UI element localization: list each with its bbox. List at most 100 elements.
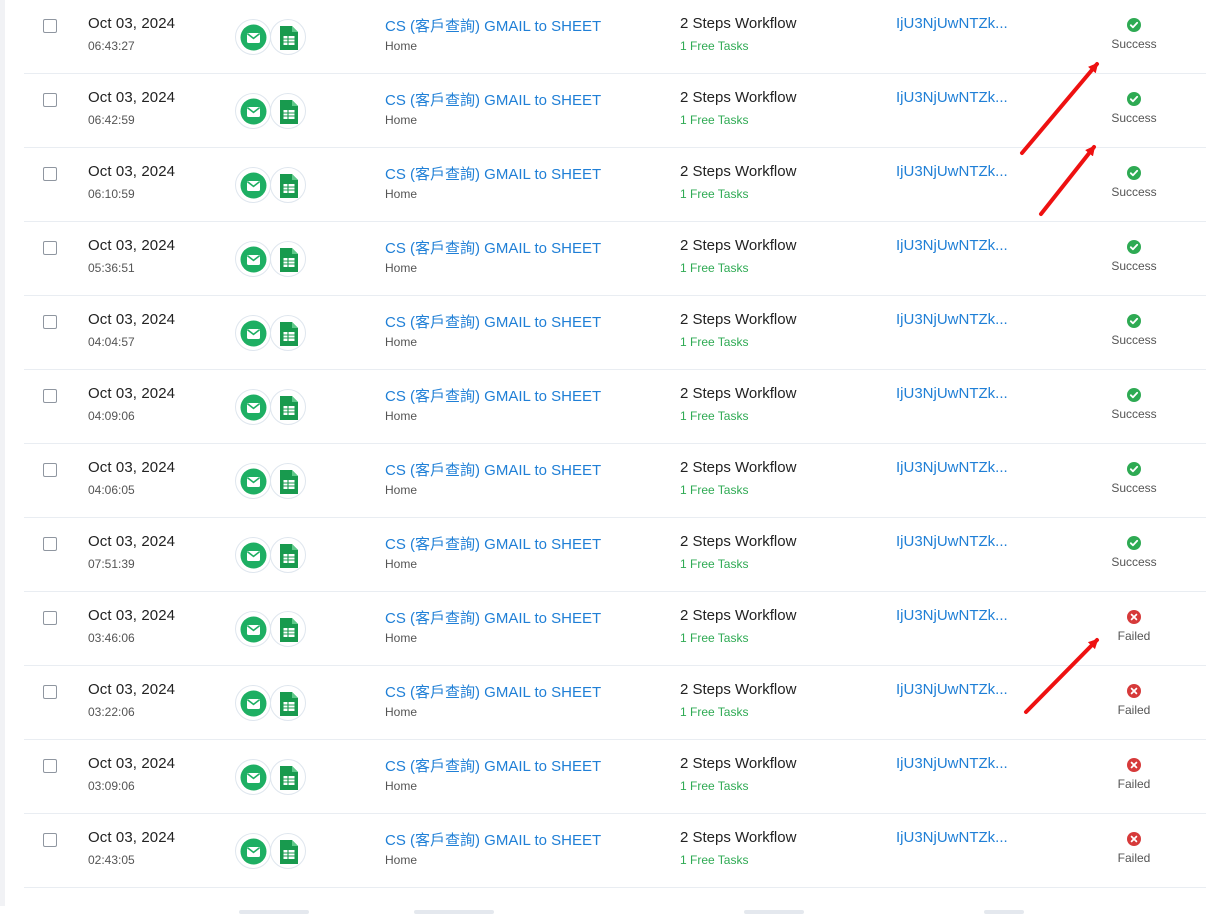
history-row[interactable]: Oct 03, 2024 04:04:57 CS (客戶查詢) GMAIL to: [24, 296, 1206, 370]
workflow-folder: Home: [385, 187, 418, 201]
check-circle-icon: [1104, 462, 1164, 476]
history-row[interactable]: Oct 03, 2024 03:22:06 CS (客戶查詢) GMAIL to: [24, 666, 1206, 740]
run-date: Oct 03, 2024: [88, 459, 176, 476]
gmail-icon: [235, 315, 271, 351]
x-circle-icon: [1104, 758, 1164, 772]
check-circle-icon: [1104, 388, 1164, 402]
run-time: 03:46:06: [88, 631, 135, 645]
row-checkbox[interactable]: [43, 241, 57, 255]
run-date: Oct 03, 2024: [88, 15, 176, 32]
free-tasks-count: 1 Free Tasks: [680, 409, 749, 423]
google-sheets-icon: [270, 611, 306, 647]
run-date: Oct 03, 2024: [88, 755, 176, 772]
run-id-link[interactable]: IjU3NjUwNTZk...: [896, 163, 1008, 180]
run-time: 07:51:39: [88, 557, 135, 571]
row-checkbox[interactable]: [43, 315, 57, 329]
workflow-title-link[interactable]: CS (客戶查詢) GMAIL to SHEET: [385, 385, 601, 406]
status-label: Failed: [1117, 851, 1151, 865]
status-badge: Success: [1104, 92, 1164, 125]
workflow-steps: 2 Steps Workflow: [680, 311, 797, 328]
run-date: Oct 03, 2024: [88, 163, 176, 180]
google-sheets-icon: [270, 463, 306, 499]
gmail-icon: [235, 537, 271, 573]
workflow-title-link[interactable]: CS (客戶查詢) GMAIL to SHEET: [385, 459, 601, 480]
row-checkbox[interactable]: [43, 611, 57, 625]
run-id-link[interactable]: IjU3NjUwNTZk...: [896, 681, 1008, 698]
workflow-steps: 2 Steps Workflow: [680, 607, 797, 624]
workflow-title-link[interactable]: CS (客戶查詢) GMAIL to SHEET: [385, 755, 601, 776]
workflow-title-link[interactable]: CS (客戶查詢) GMAIL to SHEET: [385, 681, 601, 702]
check-circle-icon: [1104, 240, 1164, 254]
row-checkbox[interactable]: [43, 93, 57, 107]
run-date: Oct 03, 2024: [88, 681, 176, 698]
status-badge: Failed: [1104, 832, 1164, 865]
status-label: Success: [1111, 259, 1157, 273]
workflow-folder: Home: [385, 853, 418, 867]
workflow-title-link[interactable]: CS (客戶查詢) GMAIL to SHEET: [385, 311, 601, 332]
gmail-icon: [235, 19, 271, 55]
run-id-link[interactable]: IjU3NjUwNTZk...: [896, 385, 1008, 402]
workflow-apps: [235, 611, 311, 649]
status-badge: Failed: [1104, 684, 1164, 717]
free-tasks-count: 1 Free Tasks: [680, 335, 749, 349]
workflow-title-link[interactable]: CS (客戶查詢) GMAIL to SHEET: [385, 829, 601, 850]
history-row[interactable]: Oct 03, 2024 06:43:27 CS (客戶查詢) GMAIL to: [24, 0, 1206, 74]
check-circle-icon: [1104, 166, 1164, 180]
gmail-icon: [235, 833, 271, 869]
row-checkbox[interactable]: [43, 389, 57, 403]
row-checkbox[interactable]: [43, 759, 57, 773]
history-row[interactable]: Oct 03, 2024 04:09:06 CS (客戶查詢) GMAIL to: [24, 370, 1206, 444]
x-circle-icon: [1104, 832, 1164, 846]
run-id-link[interactable]: IjU3NjUwNTZk...: [896, 533, 1008, 550]
history-row[interactable]: Oct 03, 2024 02:43:05 CS (客戶查詢) GMAIL to: [24, 814, 1206, 888]
workflow-title-link[interactable]: CS (客戶查詢) GMAIL to SHEET: [385, 89, 601, 110]
run-date: Oct 03, 2024: [88, 237, 176, 254]
workflow-title-link[interactable]: CS (客戶查詢) GMAIL to SHEET: [385, 607, 601, 628]
run-id-link[interactable]: IjU3NjUwNTZk...: [896, 755, 1008, 772]
status-label: Success: [1111, 555, 1157, 569]
run-time: 06:10:59: [88, 187, 135, 201]
row-checkbox[interactable]: [43, 833, 57, 847]
row-checkbox[interactable]: [43, 463, 57, 477]
free-tasks-count: 1 Free Tasks: [680, 631, 749, 645]
workflow-apps: [235, 537, 311, 575]
workflow-title-link[interactable]: CS (客戶查詢) GMAIL to SHEET: [385, 163, 601, 184]
workflow-title-link[interactable]: CS (客戶查詢) GMAIL to SHEET: [385, 237, 601, 258]
run-id-link[interactable]: IjU3NjUwNTZk...: [896, 15, 1008, 32]
history-row[interactable]: Oct 03, 2024 06:42:59 CS (客戶查詢) GMAIL to: [24, 74, 1206, 148]
run-id-link[interactable]: IjU3NjUwNTZk...: [896, 607, 1008, 624]
history-row[interactable]: Oct 03, 2024 03:46:06 CS (客戶查詢) GMAIL to: [24, 592, 1206, 666]
history-row[interactable]: Oct 03, 2024 04:06:05 CS (客戶查詢) GMAIL to: [24, 444, 1206, 518]
run-id-link[interactable]: IjU3NjUwNTZk...: [896, 829, 1008, 846]
row-checkbox[interactable]: [43, 167, 57, 181]
check-circle-icon: [1104, 536, 1164, 550]
run-id-link[interactable]: IjU3NjUwNTZk...: [896, 311, 1008, 328]
check-circle-icon: [1104, 314, 1164, 328]
row-checkbox[interactable]: [43, 19, 57, 33]
status-badge: Success: [1104, 462, 1164, 495]
free-tasks-count: 1 Free Tasks: [680, 705, 749, 719]
history-row[interactable]: Oct 03, 2024 05:36:51 CS (客戶查詢) GMAIL to: [24, 222, 1206, 296]
run-time: 03:09:06: [88, 779, 135, 793]
run-time: 06:42:59: [88, 113, 135, 127]
run-date: Oct 03, 2024: [88, 607, 176, 624]
workflow-steps: 2 Steps Workflow: [680, 15, 797, 32]
run-id-link[interactable]: IjU3NjUwNTZk...: [896, 459, 1008, 476]
workflow-apps: [235, 389, 311, 427]
workflow-steps: 2 Steps Workflow: [680, 681, 797, 698]
history-row[interactable]: Oct 03, 2024 03:09:06 CS (客戶查詢) GMAIL to: [24, 740, 1206, 814]
google-sheets-icon: [270, 389, 306, 425]
workflow-title-link[interactable]: CS (客戶查詢) GMAIL to SHEET: [385, 533, 601, 554]
row-checkbox[interactable]: [43, 685, 57, 699]
run-date: Oct 03, 2024: [88, 385, 176, 402]
status-label: Success: [1111, 407, 1157, 421]
history-row[interactable]: Oct 03, 2024 06:10:59 CS (客戶查詢) GMAIL to: [24, 148, 1206, 222]
run-id-link[interactable]: IjU3NjUwNTZk...: [896, 237, 1008, 254]
workflow-title-link[interactable]: CS (客戶查詢) GMAIL to SHEET: [385, 15, 601, 36]
workflow-apps: [235, 759, 311, 797]
history-row[interactable]: Oct 03, 2024 07:51:39 CS (客戶查詢) GMAIL to: [24, 518, 1206, 592]
run-date: Oct 03, 2024: [88, 829, 176, 846]
run-id-link[interactable]: IjU3NjUwNTZk...: [896, 89, 1008, 106]
workflow-folder: Home: [385, 631, 418, 645]
row-checkbox[interactable]: [43, 537, 57, 551]
